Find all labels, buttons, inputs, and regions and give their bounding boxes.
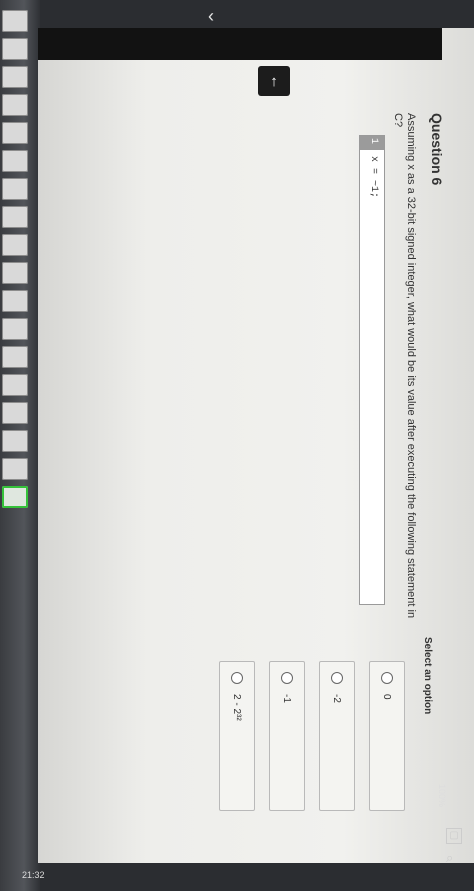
back-button[interactable]: ↑ [258,66,290,96]
key [2,290,28,312]
taskbar-app-icon[interactable]: ▢ [446,828,462,844]
question-title: Question 6 [429,113,445,186]
options-label: Select an option [422,637,433,715]
desk-background [0,0,40,891]
code-block: 1 x = ~1; [359,135,385,605]
zoom-level[interactable]: 100% [437,784,447,807]
chevron-left-icon[interactable]: ‹ [208,6,214,27]
question-text: Assuming x as a 32-bit signed integer, w… [392,113,417,619]
option-1[interactable]: -2 [319,661,355,811]
option-label: 0 [381,694,393,700]
key [2,122,28,144]
key-highlighted [2,486,28,508]
key [2,430,28,452]
key [2,94,28,116]
option-label: -2 [331,694,343,703]
key [2,458,28,480]
option-0[interactable]: 0 [369,661,405,811]
option-label: -1 [281,694,293,703]
key [2,206,28,228]
radio-button[interactable] [281,672,293,684]
clock: 21:32 [22,870,45,880]
radio-button[interactable] [381,672,393,684]
quiz-page: Question 6 Assuming x as a 32-bit signed… [65,105,445,811]
radio-button[interactable] [331,672,343,684]
option-3[interactable]: 2 - 2³² [219,661,255,811]
option-label: 2 - 2³² [231,694,243,721]
key [2,262,28,284]
top-bar [38,28,442,60]
keyboard [0,10,30,530]
key [2,10,28,32]
option-2[interactable]: -1 [269,661,305,811]
key [2,38,28,60]
key [2,402,28,424]
search-icon[interactable]: ⌕ [446,850,460,865]
key [2,66,28,88]
key [2,374,28,396]
code-line-number: 1 [368,138,379,145]
key [2,178,28,200]
key [2,318,28,340]
key [2,234,28,256]
key [2,150,28,172]
code-line: x = ~1; [368,156,379,199]
key [2,346,28,368]
radio-button[interactable] [231,672,243,684]
